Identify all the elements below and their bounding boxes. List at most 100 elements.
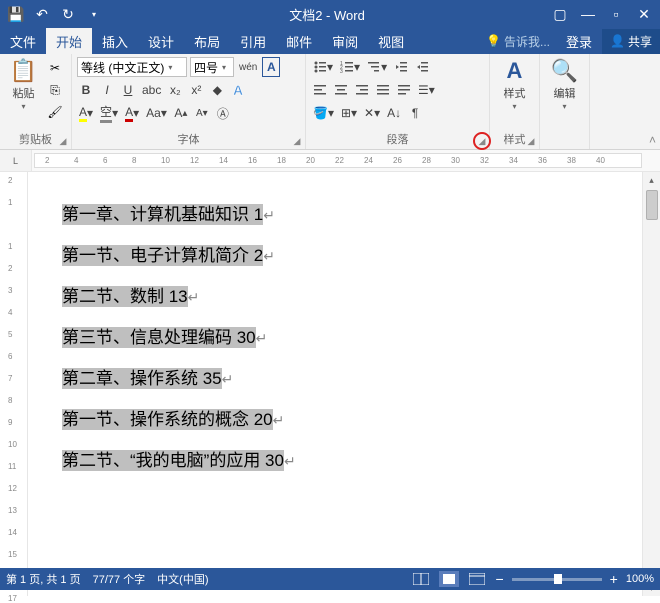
- character-border-icon[interactable]: A: [262, 57, 280, 77]
- tab-references[interactable]: 引用: [230, 28, 276, 54]
- multilevel-list-icon[interactable]: ▾: [365, 57, 389, 77]
- selected-text[interactable]: 第二节、“我的电脑”的应用 30: [62, 450, 284, 471]
- text-line[interactable]: 第二章、操作系统 35↵: [62, 364, 612, 389]
- zoom-level[interactable]: 100%: [626, 573, 654, 585]
- ruler-tick: 32: [480, 156, 489, 165]
- selected-text[interactable]: 第一章、计算机基础知识 1: [62, 204, 263, 225]
- ruler-tick: 18: [277, 156, 286, 165]
- asian-layout-icon[interactable]: ✕▾: [362, 103, 382, 123]
- clear-formatting-icon[interactable]: ◆: [208, 80, 226, 100]
- scroll-up-icon[interactable]: ▴: [643, 172, 660, 188]
- tell-me[interactable]: 💡告诉我...: [480, 33, 556, 50]
- tab-mailings[interactable]: 邮件: [276, 28, 322, 54]
- text-effects-icon[interactable]: A: [229, 80, 249, 100]
- zoom-slider-thumb[interactable]: [554, 574, 562, 584]
- read-mode-icon[interactable]: [411, 571, 431, 587]
- close-icon[interactable]: ✕: [632, 2, 656, 26]
- zoom-slider[interactable]: [512, 578, 602, 581]
- selected-text[interactable]: 第二章、操作系统 35: [62, 368, 222, 389]
- login-link[interactable]: 登录: [556, 28, 602, 55]
- char-shading-icon[interactable]: 空▾: [98, 103, 120, 123]
- print-layout-icon[interactable]: [439, 571, 459, 587]
- shrink-font-icon[interactable]: A▾: [193, 103, 211, 123]
- language[interactable]: 中文(中国): [157, 571, 208, 587]
- borders-icon[interactable]: ⊞▾: [339, 103, 359, 123]
- change-case-icon[interactable]: Aa▾: [144, 103, 169, 123]
- horizontal-ruler[interactable]: L 246810121416182022242628303234363840: [0, 150, 660, 172]
- text-line[interactable]: 第二节、数制 13↵: [62, 282, 612, 307]
- format-painter-icon[interactable]: 🖌: [45, 102, 65, 122]
- paragraph-launcher-icon[interactable]: ◢: [473, 132, 491, 150]
- redo-icon[interactable]: ↻: [56, 2, 80, 26]
- font-name-combo[interactable]: 等线 (中文正文)▾: [77, 57, 187, 77]
- text-line[interactable]: 第一节、操作系统的概念 20↵: [62, 405, 612, 430]
- save-icon[interactable]: 💾: [4, 2, 28, 26]
- styles-button[interactable]: A 样式 ▾: [494, 56, 535, 113]
- selected-text[interactable]: 第三节、信息处理编码 30: [62, 327, 256, 348]
- text-line[interactable]: 第一节、电子计算机简介 2↵: [62, 241, 612, 266]
- font-launcher-icon[interactable]: ◢: [291, 135, 303, 147]
- line-spacing-icon[interactable]: ☰▾: [416, 80, 437, 100]
- tab-file[interactable]: 文件: [0, 28, 46, 54]
- decrease-indent-icon[interactable]: [392, 57, 410, 77]
- clipboard-launcher-icon[interactable]: ◢: [57, 135, 69, 147]
- qat-dropdown-icon[interactable]: ▾: [82, 2, 106, 26]
- page-number[interactable]: 第 1 页, 共 1 页: [6, 571, 81, 587]
- word-count[interactable]: 77/77 个字: [93, 571, 146, 587]
- increase-indent-icon[interactable]: [413, 57, 431, 77]
- zoom-out-button[interactable]: −: [495, 571, 503, 587]
- italic-button[interactable]: I: [98, 80, 116, 100]
- align-justify-icon[interactable]: [374, 80, 392, 100]
- vertical-scrollbar[interactable]: ▴ ▾: [642, 172, 660, 596]
- paste-button[interactable]: 📋 粘贴 ▾: [4, 56, 43, 113]
- highlight-color-icon[interactable]: A▾: [77, 103, 95, 123]
- tab-insert[interactable]: 插入: [92, 28, 138, 54]
- editing-button[interactable]: 🔍 编辑 ▾: [544, 56, 585, 113]
- font-color-icon[interactable]: A▾: [123, 103, 141, 123]
- cut-icon[interactable]: ✂: [45, 58, 65, 78]
- tab-layout[interactable]: 布局: [184, 28, 230, 54]
- tab-home[interactable]: 开始: [46, 28, 92, 54]
- text-line[interactable]: 第一章、计算机基础知识 1↵: [62, 200, 612, 225]
- phonetic-guide-icon[interactable]: wén: [237, 57, 259, 77]
- styles-launcher-icon[interactable]: ◢: [525, 135, 537, 147]
- subscript-icon[interactable]: x₂: [166, 80, 184, 100]
- tab-selector-icon[interactable]: L: [0, 150, 32, 171]
- document-page[interactable]: 第一章、计算机基础知识 1↵ 第一节、电子计算机简介 2↵ 第二节、数制 13↵ 第三…: [28, 172, 642, 596]
- underline-button[interactable]: U: [119, 80, 137, 100]
- superscript-icon[interactable]: x²: [187, 80, 205, 100]
- align-center-icon[interactable]: [332, 80, 350, 100]
- restore-icon[interactable]: ▫: [604, 2, 628, 26]
- scroll-thumb[interactable]: [646, 190, 658, 220]
- align-right-icon[interactable]: [353, 80, 371, 100]
- sort-icon[interactable]: A↓: [385, 103, 403, 123]
- bullets-icon[interactable]: ▾: [311, 57, 335, 77]
- tab-review[interactable]: 审阅: [322, 28, 368, 54]
- align-distribute-icon[interactable]: [395, 80, 413, 100]
- selected-text[interactable]: 第一节、电子计算机简介 2: [62, 245, 263, 266]
- selected-text[interactable]: 第一节、操作系统的概念 20: [62, 409, 273, 430]
- text-line[interactable]: 第三节、信息处理编码 30↵: [62, 323, 612, 348]
- ribbon-options-icon[interactable]: ▢: [548, 2, 572, 26]
- undo-icon[interactable]: ↶: [30, 2, 54, 26]
- shading-icon[interactable]: 🪣▾: [311, 103, 336, 123]
- tab-design[interactable]: 设计: [138, 28, 184, 54]
- text-line[interactable]: 第二节、“我的电脑”的应用 30↵: [62, 446, 612, 471]
- align-left-icon[interactable]: [311, 80, 329, 100]
- show-marks-icon[interactable]: ¶: [406, 103, 424, 123]
- minimize-icon[interactable]: —: [576, 2, 600, 26]
- font-size-combo[interactable]: 四号▾: [190, 57, 234, 77]
- strikethrough-icon[interactable]: abc: [140, 80, 163, 100]
- web-layout-icon[interactable]: [467, 571, 487, 587]
- share-button[interactable]: 👤共享: [602, 29, 660, 54]
- bold-button[interactable]: B: [77, 80, 95, 100]
- zoom-in-button[interactable]: +: [610, 571, 618, 587]
- tab-view[interactable]: 视图: [368, 28, 414, 54]
- copy-icon[interactable]: ⎘: [45, 80, 65, 100]
- numbering-icon[interactable]: 123▾: [338, 57, 362, 77]
- collapse-ribbon-icon[interactable]: ˄: [649, 133, 656, 147]
- selected-text[interactable]: 第二节、数制 13: [62, 286, 188, 307]
- grow-font-icon[interactable]: A▴: [172, 103, 190, 123]
- enclose-char-icon[interactable]: Ⓐ: [214, 103, 232, 123]
- vertical-ruler[interactable]: 211234567891011121314151617: [0, 172, 28, 596]
